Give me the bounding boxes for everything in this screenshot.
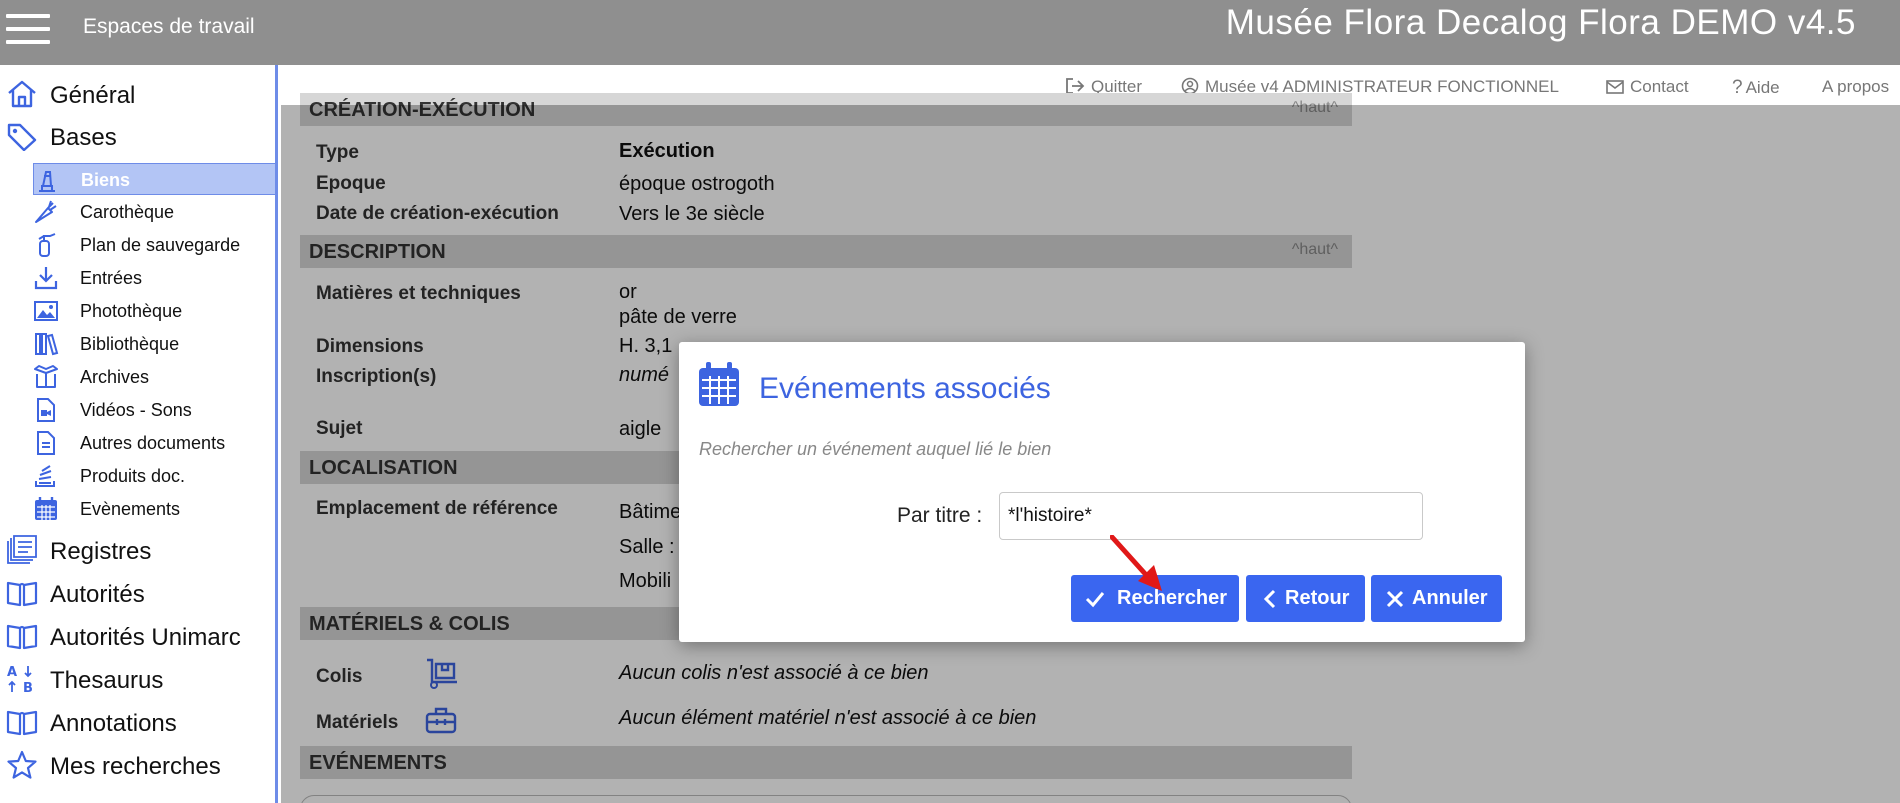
envelope-icon (1606, 80, 1624, 94)
nav-autorites-label: Autorités (50, 581, 145, 608)
cancel-button[interactable]: Annuler (1371, 575, 1502, 622)
contact-link[interactable]: Contact (1606, 77, 1689, 97)
sidebar-item-label: Autres documents (80, 433, 226, 453)
calendar-icon (35, 497, 57, 520)
sidebar-item-plan-sauvegarde[interactable]: Plan de sauvegarde (33, 229, 275, 261)
tag-icon (7, 123, 37, 151)
title-search-input[interactable] (999, 492, 1423, 540)
nav-general-label: Général (50, 82, 136, 109)
close-icon (1386, 590, 1404, 608)
sidebar-item-label: Vidéos - Sons (80, 400, 192, 420)
check-icon (1085, 592, 1105, 608)
sidebar-item-videos-sons[interactable]: Vidéos - Sons (33, 394, 275, 426)
question-icon: ? (1732, 77, 1743, 98)
sidebar-item-label: Produits doc. (80, 466, 186, 486)
svg-text:B: B (23, 681, 33, 694)
top-header: Espaces de travail Musée Flora Decalog F… (0, 0, 1900, 65)
sidebar-item-produits-doc[interactable]: Produits doc. (33, 460, 275, 492)
sidebar-item-label: Plan de sauvegarde (80, 235, 241, 255)
registers-icon (7, 535, 37, 564)
download-icon (34, 267, 58, 290)
sidebar-item-label: Bibliothèque (80, 334, 180, 354)
book-open-icon (6, 710, 38, 736)
nav-annotations[interactable]: Annotations (0, 703, 275, 741)
sidebar-item-archives[interactable]: Archives (33, 361, 275, 393)
stack-icon (35, 465, 55, 487)
associated-events-dialog: Evénements associés Rechercher un événem… (679, 342, 1525, 642)
sidebar-item-entrees[interactable]: Entrées (33, 262, 275, 294)
home-icon (8, 80, 36, 108)
nav-autorites-unimarc-label: Autorités Unimarc (50, 624, 241, 651)
box-icon (34, 365, 58, 388)
document-icon (37, 431, 55, 455)
nav-thesaurus[interactable]: AB Thesaurus (0, 660, 275, 698)
about-link[interactable]: A propos (1822, 77, 1889, 97)
video-file-icon (37, 398, 55, 422)
red-arrow-pointer-icon (1110, 535, 1162, 591)
calendar-icon (699, 362, 739, 406)
sidebar-item-autres-documents[interactable]: Autres documents (33, 427, 275, 459)
object-icon (39, 171, 55, 192)
workspaces-link[interactable]: Espaces de travail (83, 15, 255, 39)
nav-autorites[interactable]: Autorités (0, 574, 275, 612)
help-link[interactable]: ? Aide (1732, 77, 1780, 99)
nav-bases-label: Bases (50, 124, 117, 151)
sidebar-item-phototheque[interactable]: Photothèque (33, 295, 275, 327)
sidebar-item-label: Biens (81, 170, 131, 190)
sidebar-item-evenements[interactable]: Evènements (33, 493, 275, 525)
carrot-icon (35, 200, 57, 223)
sidebar: Général Bases Biens Carothèque Plan de s… (0, 65, 278, 803)
sidebar-item-bibliotheque[interactable]: Bibliothèque (33, 328, 275, 360)
extinguisher-icon (38, 233, 56, 257)
sidebar-item-label: Evènements (80, 499, 181, 519)
books-icon (35, 333, 59, 356)
nav-registres-label: Registres (50, 538, 152, 565)
sidebar-item-carotheque[interactable]: Carothèque (33, 196, 275, 228)
app-title: Musée Flora Decalog Flora DEMO v4.5 (1225, 3, 1856, 42)
sidebar-item-label: Carothèque (80, 202, 175, 222)
sidebar-item-biens[interactable]: Biens (33, 163, 275, 195)
svg-text:A: A (7, 665, 17, 680)
book-open-icon (6, 624, 38, 650)
nav-registres[interactable]: Registres (0, 531, 275, 569)
title-field-label: Par titre : (897, 504, 983, 527)
nav-general[interactable]: Général (0, 75, 275, 113)
hamburger-menu-icon[interactable] (6, 12, 50, 48)
sidebar-item-label: Archives (80, 367, 150, 387)
sort-alpha-icon: AB (7, 665, 33, 694)
nav-bases[interactable]: Bases (0, 117, 275, 155)
nav-autorites-unimarc[interactable]: Autorités Unimarc (0, 617, 275, 655)
dialog-hint: Rechercher un événement auquel lié le bi… (699, 439, 1052, 459)
book-open-icon (6, 581, 38, 607)
back-button[interactable]: Retour (1246, 575, 1365, 622)
star-icon (7, 750, 37, 779)
sidebar-item-label: Photothèque (80, 301, 183, 321)
image-icon (34, 301, 58, 321)
nav-mes-recherches-label: Mes recherches (50, 753, 221, 780)
nav-annotations-label: Annotations (50, 710, 177, 737)
chevron-left-icon (1263, 589, 1276, 609)
nav-thesaurus-label: Thesaurus (50, 667, 164, 694)
sidebar-item-label: Entrées (80, 268, 143, 288)
dialog-title: Evénements associés (759, 372, 1051, 405)
nav-mes-recherches[interactable]: Mes recherches (0, 746, 275, 784)
